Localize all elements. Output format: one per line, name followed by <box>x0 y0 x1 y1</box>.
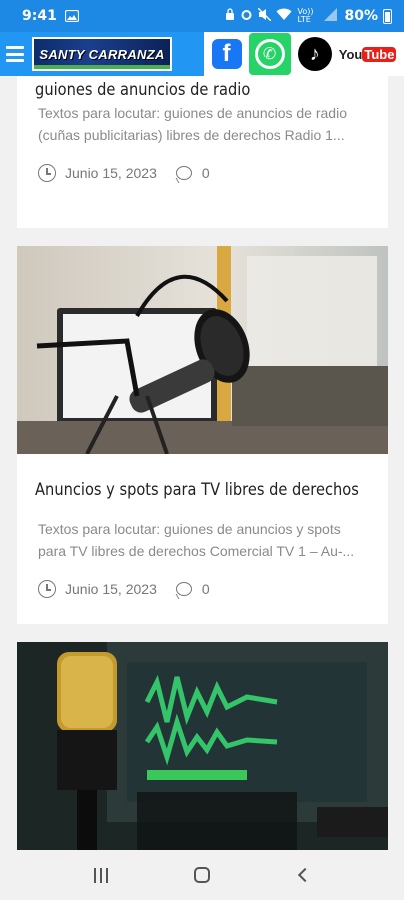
youtube-tube-text: Tube <box>362 46 397 62</box>
header-brand-area: SANTY CARRANZA <box>0 32 204 76</box>
status-time: 9:41 <box>22 8 57 24</box>
battery-icon <box>383 8 392 24</box>
post-date: Junio 15, 2023 <box>65 165 157 181</box>
status-bar: 9:41 Vo)) LTE 80% <box>0 0 404 32</box>
clock-icon <box>38 580 56 598</box>
site-logo[interactable]: SANTY CARRANZA <box>32 37 172 71</box>
post-excerpt: Textos para locutar: guiones de anuncios… <box>38 105 347 143</box>
comment-count[interactable]: 0 <box>202 581 210 597</box>
youtube-you-text: You <box>338 46 363 62</box>
post-date: Junio 15, 2023 <box>65 581 157 597</box>
facebook-icon[interactable]: f <box>211 39 242 69</box>
post-title[interactable]: guiones de anuncios de radio <box>17 78 268 102</box>
post-title[interactable]: Anuncios y spots para TV libres de derec… <box>17 478 377 502</box>
logo-stripe <box>34 65 170 69</box>
comment-icon[interactable] <box>175 166 192 180</box>
gold-microphone-audio-waveform-image[interactable] <box>17 642 388 850</box>
comment-icon[interactable] <box>175 582 192 596</box>
alarm-icon <box>240 8 253 24</box>
battery-percent: 80% <box>344 8 378 24</box>
post-meta: Junio 15, 2023 0 <box>17 164 231 182</box>
clock-icon <box>38 164 56 182</box>
menu-icon[interactable] <box>6 44 24 64</box>
home-icon[interactable] <box>187 860 217 890</box>
recent-apps-icon[interactable] <box>86 860 116 890</box>
post-list: guiones de anuncios de radio Textos para… <box>0 76 404 850</box>
post-card[interactable]: guiones de anuncios de radio Textos para… <box>17 76 388 228</box>
tiktok-glyph: ♪ <box>309 42 320 65</box>
site-header: SANTY CARRANZA f ✆ ♪ You Tube <box>0 32 404 76</box>
social-links: f ✆ ♪ You Tube <box>204 32 404 76</box>
mute-icon <box>257 7 272 24</box>
signal-icon <box>324 8 338 24</box>
wifi-icon <box>276 8 292 24</box>
whatsapp-icon[interactable]: ✆ <box>248 33 291 75</box>
facebook-glyph: f <box>222 40 231 67</box>
microphone-studio-image[interactable] <box>17 246 388 454</box>
post-card[interactable] <box>17 642 388 850</box>
youtube-icon[interactable]: You Tube <box>338 46 397 62</box>
system-nav-bar <box>0 850 404 900</box>
back-icon[interactable] <box>288 860 318 890</box>
lock-icon <box>225 8 235 24</box>
whatsapp-glyph: ✆ <box>254 39 285 69</box>
tiktok-icon[interactable]: ♪ <box>297 37 332 71</box>
post-card[interactable]: Anuncios y spots para TV libres de derec… <box>17 246 388 624</box>
post-meta: Junio 15, 2023 0 <box>17 580 231 598</box>
post-excerpt: Textos para locutar: guiones de anuncios… <box>38 521 355 559</box>
gallery-notification-icon <box>64 10 79 22</box>
network-type: Vo)) LTE <box>297 7 314 24</box>
comment-count[interactable]: 0 <box>202 165 210 181</box>
logo-text: SANTY CARRANZA <box>39 46 165 62</box>
